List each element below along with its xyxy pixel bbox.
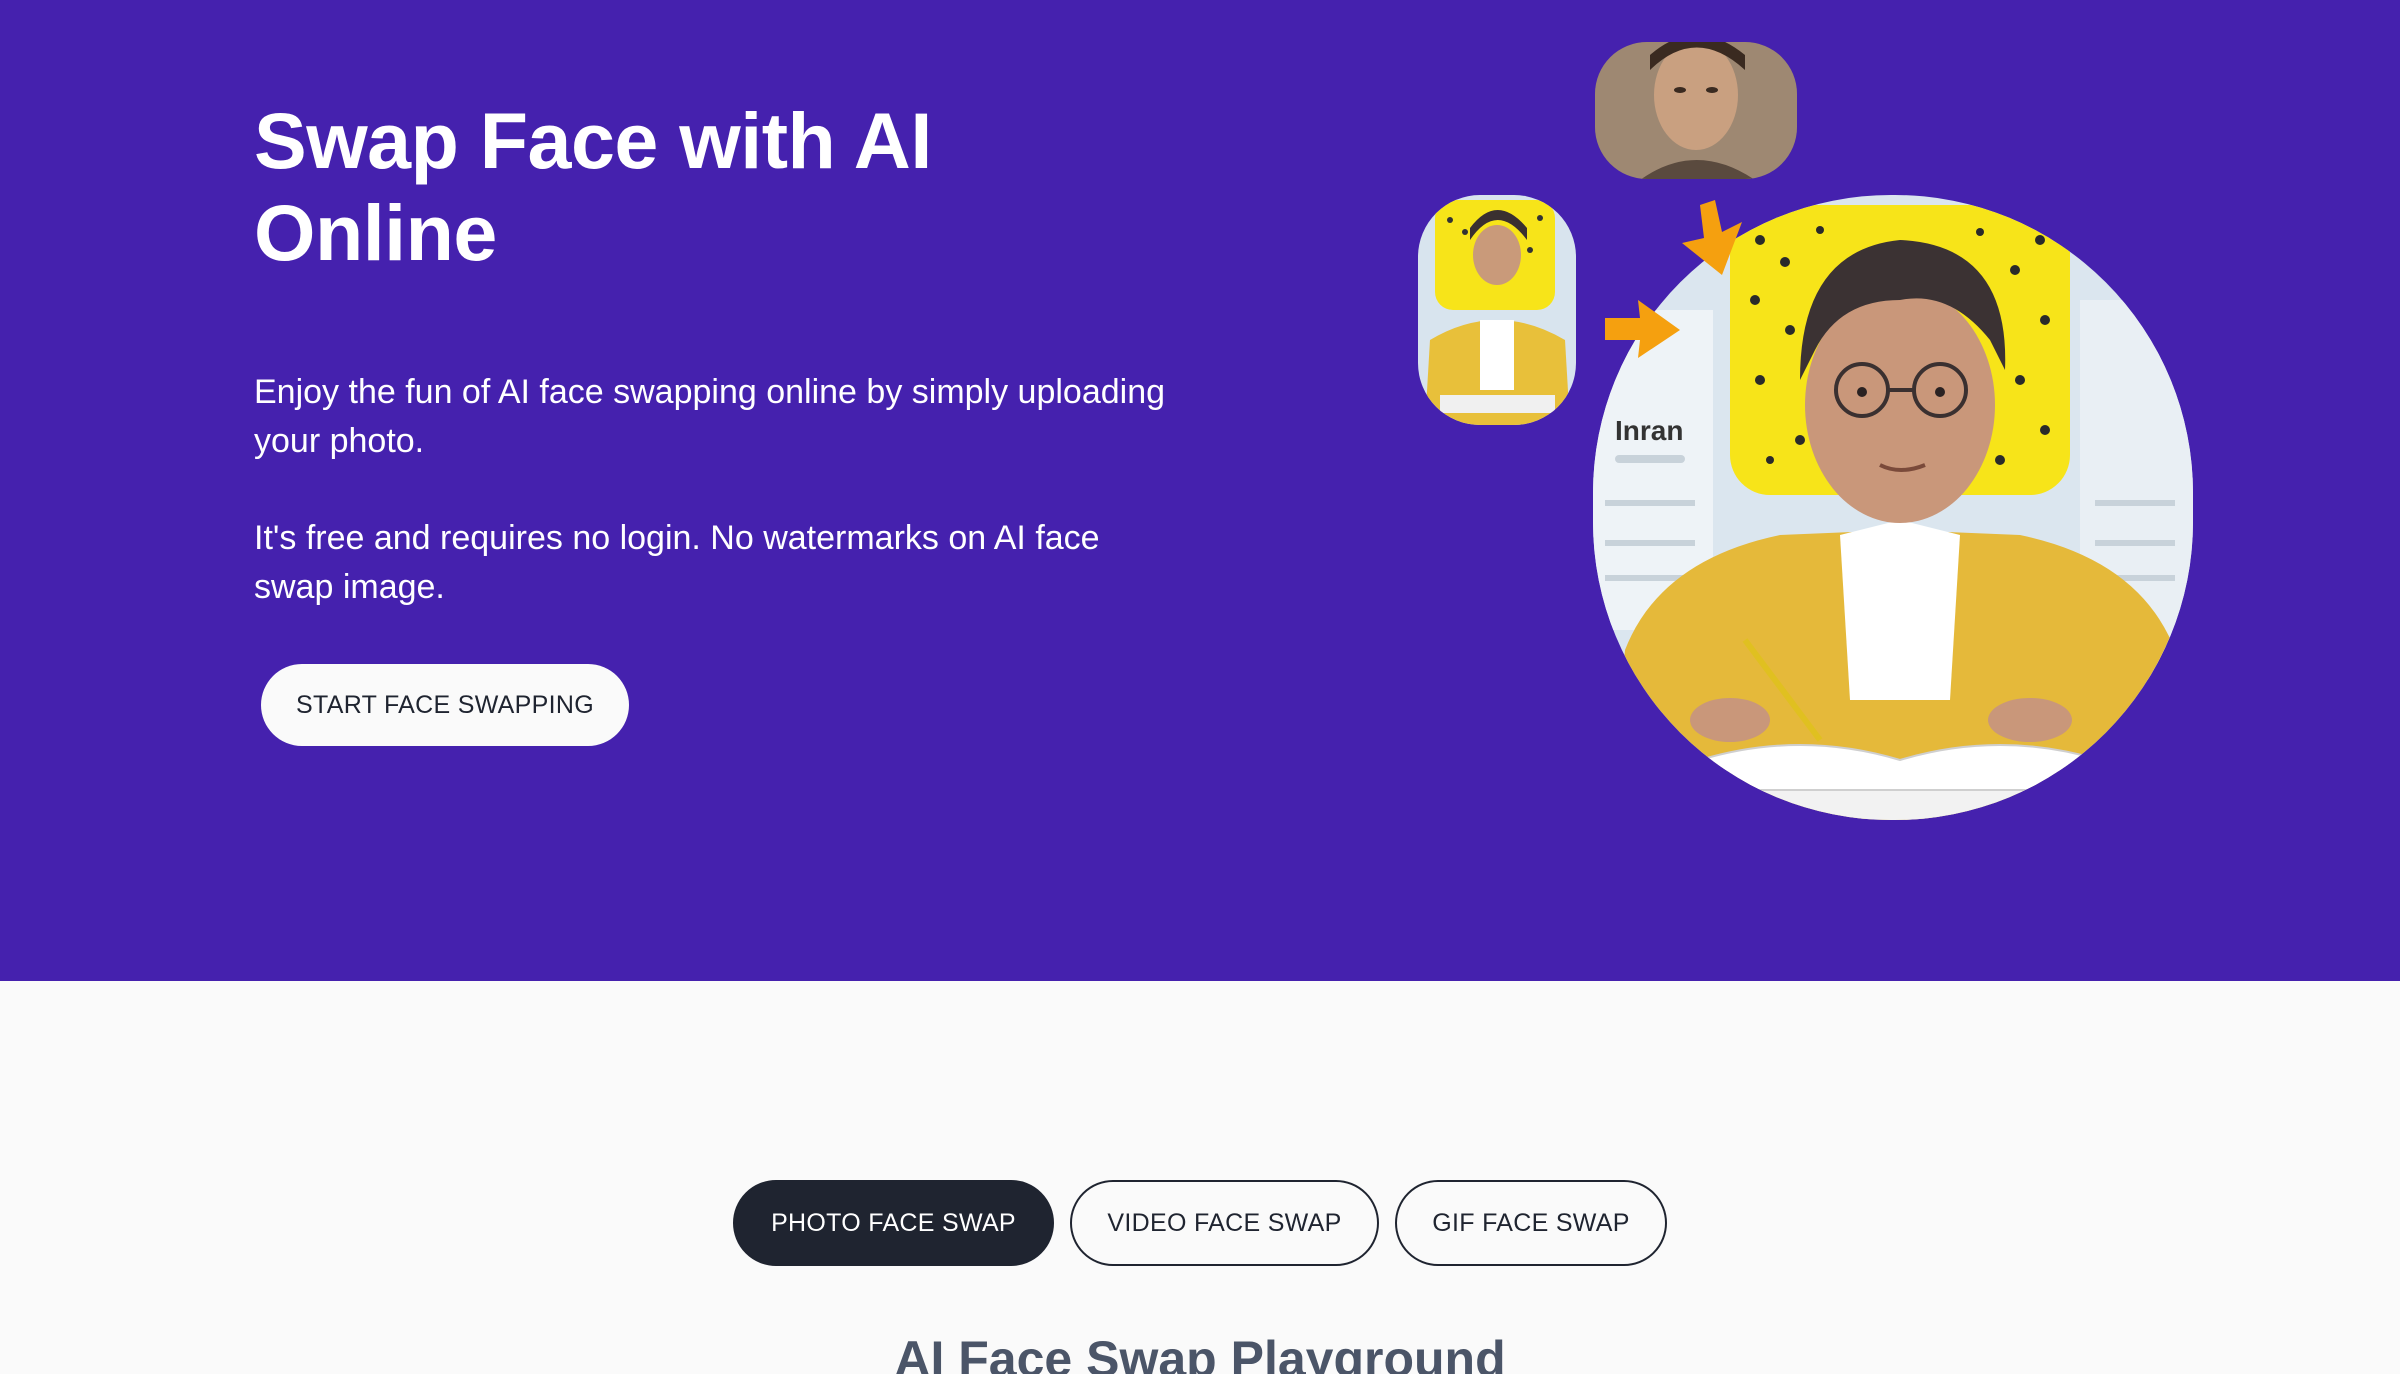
result-image-main: Inran xyxy=(1593,195,2193,820)
tab-photo-face-swap[interactable]: PHOTO FACE SWAP xyxy=(733,1180,1054,1266)
hero-section: Swap Face with AI Online Enjoy the fun o… xyxy=(0,0,2400,981)
hero-title: Swap Face with AI Online xyxy=(254,96,932,277)
tab-gif-face-swap[interactable]: GIF FACE SWAP xyxy=(1395,1180,1667,1266)
start-face-swapping-button[interactable]: START FACE SWAPPING xyxy=(261,664,629,746)
target-image-thumbnail xyxy=(1418,195,1576,425)
source-face-thumbnail xyxy=(1595,42,1797,179)
playground-title: AI Face Swap Playground xyxy=(894,1331,1506,1374)
hero-description: Enjoy the fun of AI face swapping online… xyxy=(254,373,1166,460)
face-swap-illustration: Inran xyxy=(1418,42,2193,820)
face-swap-tabs: PHOTO FACE SWAP VIDEO FACE SWAP GIF FACE… xyxy=(0,1180,2400,1266)
illustration-name-text: Inran xyxy=(1615,415,1683,446)
tab-video-face-swap[interactable]: VIDEO FACE SWAP xyxy=(1070,1180,1379,1266)
hero-free-note: It's free and requires no login. No wate… xyxy=(254,519,1100,606)
